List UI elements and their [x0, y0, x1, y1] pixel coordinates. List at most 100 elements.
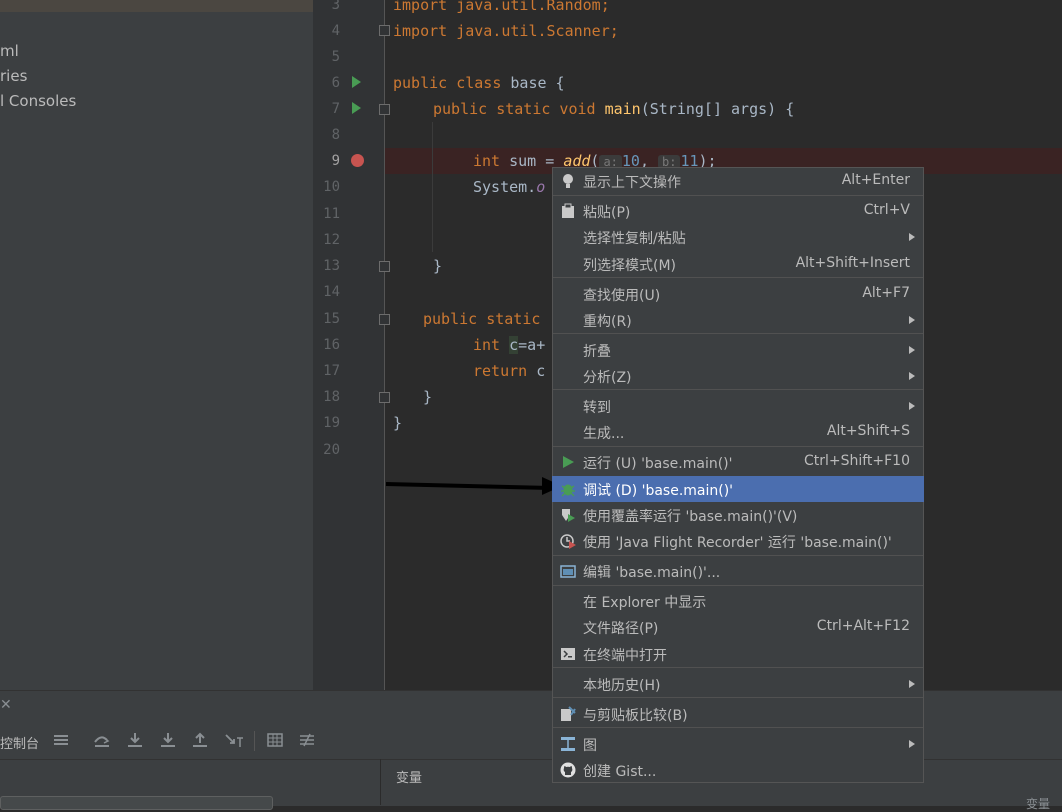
menu-separator	[553, 333, 923, 334]
line-number: 8	[331, 127, 340, 143]
trace-stream-icon[interactable]	[298, 732, 316, 748]
line-number: 16	[323, 337, 340, 353]
menu-item-run-with-coverage[interactable]: 使用覆盖率运行 'base.main()'(V)	[552, 502, 924, 528]
debug-bug-icon	[560, 481, 576, 497]
edit-config-icon	[560, 563, 576, 579]
project-tree-item-consoles[interactable]: l Consoles	[0, 92, 76, 110]
line-number: 10	[323, 179, 340, 195]
line-number: 18	[323, 389, 340, 405]
right-variables-label: 变量	[1026, 797, 1051, 811]
code-line: int c=a+	[473, 336, 546, 354]
menu-item-paste-special[interactable]: 选择性复制/粘贴	[552, 224, 924, 250]
submenu-arrow-icon	[909, 402, 915, 410]
code-line: import java.util.Random;	[393, 0, 610, 14]
menu-item-create-gist[interactable]: 创建 Gist...	[552, 757, 924, 783]
run-gutter-icon[interactable]	[352, 76, 361, 88]
menu-separator	[553, 389, 923, 390]
fold-marker-icon[interactable]	[379, 261, 390, 272]
code-line: import java.util.Scanner;	[393, 22, 619, 40]
diagram-icon	[560, 736, 576, 752]
toolbar-separator	[254, 731, 255, 751]
run-icon	[560, 454, 576, 470]
submenu-arrow-icon	[909, 680, 915, 688]
menu-item-column-selection[interactable]: 列选择模式(M) Alt+Shift+Insert	[552, 251, 924, 277]
menu-item-file-path[interactable]: 文件路径(P) Ctrl+Alt+F12	[552, 614, 924, 640]
frames-variables-splitter[interactable]	[380, 759, 381, 805]
menu-item-find-usages[interactable]: 查找使用(U) Alt+F7	[552, 281, 924, 307]
menu-item-analyze[interactable]: 分析(Z)	[552, 363, 924, 389]
compare-icon	[560, 706, 576, 722]
variables-header: 变量	[396, 771, 423, 786]
menu-item-compare-clipboard[interactable]: 与剪贴板比较(B)	[552, 701, 924, 727]
line-number: 20	[323, 442, 340, 458]
project-tree-item[interactable]: ries	[0, 67, 27, 85]
submenu-arrow-icon	[909, 740, 915, 748]
frames-dropdown[interactable]	[0, 796, 273, 810]
line-number: 9	[331, 153, 340, 169]
breakpoint-icon[interactable]	[351, 154, 364, 167]
menu-item-debug[interactable]: 调试 (D) 'base.main()'	[552, 476, 924, 502]
menu-item-show-context-actions[interactable]: 显示上下文操作 Alt+Enter	[552, 168, 924, 194]
line-number: 11	[323, 206, 340, 222]
evaluate-expression-icon[interactable]	[266, 732, 284, 748]
code-line: }	[393, 414, 403, 432]
code-line: public static	[423, 310, 541, 328]
line-number: 14	[323, 284, 340, 300]
menu-item-edit-config[interactable]: 编辑 'base.main()'...	[552, 558, 924, 584]
menu-item-run[interactable]: 运行 (U) 'base.main()' Ctrl+Shift+F10	[552, 449, 924, 475]
line-number: 19	[323, 415, 340, 431]
coverage-run-icon	[560, 507, 576, 523]
step-into-icon[interactable]	[126, 732, 144, 748]
code-line: }	[433, 257, 443, 275]
force-step-into-icon[interactable]	[159, 732, 177, 748]
fold-marker-icon[interactable]	[379, 104, 390, 115]
menu-item-run-with-jfr[interactable]: 使用 'Java Flight Recorder' 运行 'base.main(…	[552, 528, 924, 554]
menu-item-generate[interactable]: 生成... Alt+Shift+S	[552, 419, 924, 445]
fold-marker-icon[interactable]	[379, 314, 390, 325]
run-to-cursor-icon[interactable]	[224, 732, 244, 748]
flight-recorder-icon	[560, 533, 576, 549]
line-number: 15	[323, 311, 340, 327]
menu-item-goto[interactable]: 转到	[552, 393, 924, 419]
fold-marker-icon[interactable]	[379, 25, 390, 36]
line-number: 13	[323, 258, 340, 274]
lightbulb-icon	[560, 173, 576, 189]
menu-separator	[553, 727, 923, 728]
line-number: 5	[331, 49, 340, 65]
close-tab-icon[interactable]: ✕	[0, 697, 12, 713]
submenu-arrow-icon	[909, 316, 915, 324]
menu-separator	[553, 277, 923, 278]
menu-item-show-in-explorer[interactable]: 在 Explorer 中显示	[552, 588, 924, 614]
step-over-icon[interactable]	[93, 732, 111, 748]
code-line: System.o	[473, 178, 546, 196]
run-gutter-icon[interactable]	[352, 102, 361, 114]
console-tab[interactable]: 控制台	[0, 733, 39, 752]
menu-separator	[553, 446, 923, 447]
menu-item-folding[interactable]: 折叠	[552, 337, 924, 363]
submenu-arrow-icon	[909, 346, 915, 354]
step-out-icon[interactable]	[191, 732, 209, 748]
fold-marker-icon[interactable]	[379, 392, 390, 403]
menu-separator	[553, 697, 923, 698]
menu-item-paste[interactable]: 粘贴(P) Ctrl+V	[552, 198, 924, 224]
submenu-arrow-icon	[909, 233, 915, 241]
clipboard-icon	[560, 203, 576, 219]
menu-item-diagrams[interactable]: 图	[552, 731, 924, 757]
code-line: return c	[473, 362, 546, 380]
menu-item-open-in-terminal[interactable]: 在终端中打开	[552, 641, 924, 667]
code-line: public static void main(String[] args) {	[433, 100, 795, 118]
menu-item-refactor[interactable]: 重构(R)	[552, 307, 924, 333]
menu-lines-icon[interactable]	[53, 732, 69, 748]
menu-separator	[553, 195, 923, 196]
line-number: 4	[331, 23, 340, 39]
terminal-icon	[560, 646, 576, 662]
line-number: 7	[331, 101, 340, 117]
indent-guide	[432, 122, 433, 252]
code-line: public class base {	[393, 74, 565, 92]
menu-item-local-history[interactable]: 本地历史(H)	[552, 671, 924, 697]
line-number: 3	[331, 0, 340, 13]
project-tree-item[interactable]: ml	[0, 42, 19, 60]
github-icon	[560, 762, 576, 778]
line-number: 6	[331, 75, 340, 91]
line-number: 12	[323, 232, 340, 248]
